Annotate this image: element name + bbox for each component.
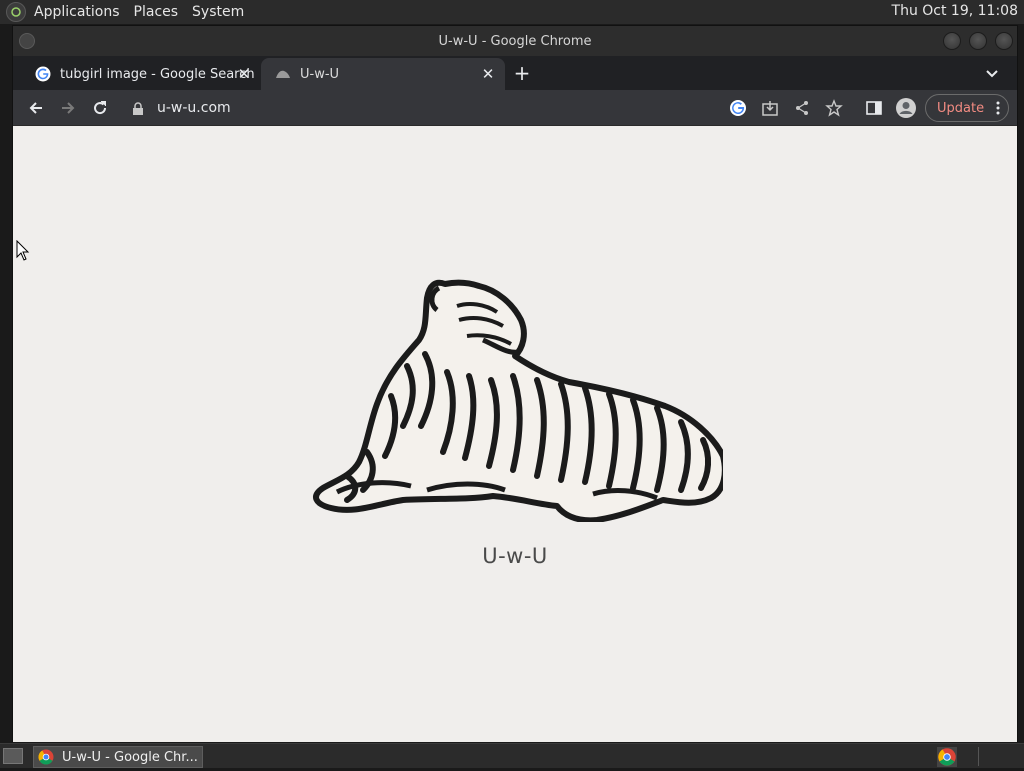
- titlebar[interactable]: U-w-U - Google Chrome: [13, 26, 1017, 56]
- update-button[interactable]: Update: [925, 94, 1009, 122]
- forward-arrow-icon[interactable]: [57, 97, 79, 119]
- bottom-taskbar: U-w-U - Google Chr...: [0, 743, 1024, 768]
- close-tab-button[interactable]: ✕: [479, 65, 497, 83]
- reload-icon[interactable]: [89, 97, 111, 119]
- window-title: U-w-U - Google Chrome: [438, 33, 592, 49]
- url-text[interactable]: u-w-u.com: [157, 100, 231, 116]
- tray-separator: [978, 747, 979, 766]
- close-tab-button[interactable]: ✕: [235, 65, 253, 83]
- tab-label: tubgirl image - Google Search: [60, 66, 255, 82]
- mouse-cursor-icon: [16, 240, 30, 261]
- minimize-button[interactable]: [943, 32, 961, 50]
- share-icon[interactable]: [791, 97, 813, 119]
- tab-search-chevron-icon[interactable]: [983, 64, 1001, 82]
- update-label: Update: [937, 100, 985, 116]
- clock[interactable]: Thu Oct 19, 11:08: [892, 3, 1018, 19]
- page-viewport: U-w-U: [13, 126, 1017, 742]
- side-panel-icon[interactable]: [863, 97, 885, 119]
- tiger-illustration: [313, 279, 723, 522]
- back-arrow-icon[interactable]: [25, 97, 47, 119]
- tab-uwu[interactable]: U-w-U ✕: [261, 58, 505, 90]
- tab-google-search[interactable]: tubgirl image - Google Search ✕: [21, 58, 261, 90]
- system-menu-icon[interactable]: [6, 2, 26, 22]
- more-menu-icon[interactable]: [996, 101, 1000, 115]
- address-bar[interactable]: u-w-u.com: [121, 94, 721, 122]
- lock-icon[interactable]: [131, 101, 145, 115]
- uwu-site-icon: [275, 66, 291, 82]
- profile-avatar-icon[interactable]: [895, 97, 917, 119]
- top-panel: Applications Places System Thu Oct 19, 1…: [0, 0, 1024, 24]
- close-window-button[interactable]: [995, 32, 1013, 50]
- show-desktop-icon[interactable]: [3, 748, 23, 764]
- menu-applications[interactable]: Applications: [34, 4, 120, 20]
- tray-chrome-icon[interactable]: [937, 747, 957, 767]
- page-caption: U-w-U: [482, 544, 548, 568]
- google-lens-icon[interactable]: [727, 97, 749, 119]
- menu-system[interactable]: System: [192, 4, 244, 20]
- tab-strip: tubgirl image - Google Search ✕ U-w-U ✕ …: [13, 56, 1017, 90]
- google-icon: [35, 66, 51, 82]
- taskbar-window-button[interactable]: U-w-U - Google Chr...: [33, 746, 203, 768]
- maximize-button[interactable]: [969, 32, 987, 50]
- taskbar-window-label: U-w-U - Google Chr...: [62, 749, 198, 765]
- menu-places[interactable]: Places: [134, 4, 179, 20]
- new-tab-button[interactable]: +: [511, 63, 533, 85]
- bookmark-star-icon[interactable]: [823, 97, 845, 119]
- install-app-icon[interactable]: [759, 97, 781, 119]
- browser-window: U-w-U - Google Chrome tubgirl image - Go…: [12, 25, 1018, 742]
- toolbar: u-w-u.com Update: [13, 90, 1017, 126]
- tab-label: U-w-U: [300, 66, 340, 82]
- chrome-icon: [38, 749, 54, 765]
- window-menu-icon[interactable]: [19, 33, 35, 49]
